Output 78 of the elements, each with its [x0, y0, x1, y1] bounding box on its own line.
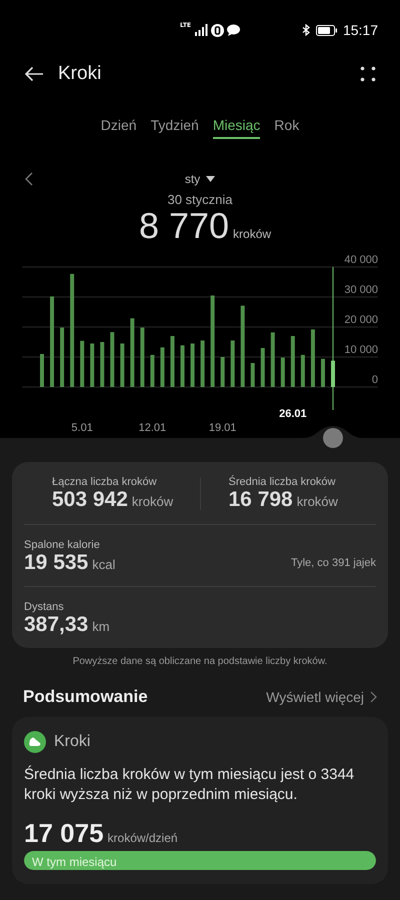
- back-button[interactable]: [24, 66, 44, 82]
- chevron-right-icon: [370, 691, 377, 703]
- axis-label: 30 000: [344, 284, 378, 296]
- stat-label: Średnia liczba kroków: [228, 476, 336, 488]
- stat-value: 19 535: [24, 551, 88, 575]
- month-dropdown[interactable]: sty: [184, 172, 216, 186]
- average-unit: kroków/dzień: [108, 831, 178, 845]
- chart-bar[interactable]: [300, 354, 305, 387]
- chart-bar[interactable]: [110, 332, 114, 387]
- chart-bar[interactable]: [290, 336, 295, 387]
- chart-bar[interactable]: [220, 357, 225, 387]
- chart-bar[interactable]: [250, 363, 255, 387]
- chart-bar[interactable]: [170, 336, 174, 387]
- chart-bar[interactable]: [210, 296, 215, 387]
- bar-label: W tym miesiącu: [31, 855, 117, 869]
- chart-bar[interactable]: [310, 329, 315, 387]
- chart-bar[interactable]: [80, 340, 84, 387]
- selected-date: 30 stycznia: [166, 192, 234, 207]
- stat-unit: kroków: [132, 494, 174, 509]
- chart-bar[interactable]: [260, 348, 265, 387]
- chart-bar[interactable]: [190, 344, 195, 387]
- chart-bar[interactable]: [240, 306, 245, 387]
- period-tab[interactable]: Tydzień: [150, 113, 199, 139]
- chart-bar[interactable]: [130, 318, 134, 387]
- chat-bubble-icon: [227, 24, 240, 36]
- card-title: Kroki: [54, 733, 90, 751]
- chart-bar[interactable]: [280, 358, 285, 387]
- stat-value: 503 942: [52, 488, 128, 512]
- chart-bar[interactable]: [50, 296, 54, 387]
- bluetooth-icon: [302, 24, 310, 36]
- axis-label: 20 000: [344, 314, 378, 326]
- step-unit: kroków: [233, 227, 272, 241]
- period-tab[interactable]: Miesiąc: [212, 113, 260, 139]
- chart-bar[interactable]: [230, 340, 235, 387]
- stat-value: 387,33: [24, 613, 88, 637]
- stat-unit: kcal: [92, 557, 116, 572]
- chart-bar[interactable]: [150, 354, 154, 387]
- stat-label: Dystans: [24, 601, 65, 613]
- axis-label: 10 000: [344, 344, 378, 356]
- axis-label: 5.01: [71, 422, 93, 434]
- stat-label: Łączna liczba kroków: [52, 476, 158, 488]
- chart-bar[interactable]: [270, 332, 275, 387]
- previous-button[interactable]: [25, 172, 33, 186]
- average-value: 17 075: [24, 818, 104, 849]
- battery-icon: [316, 24, 337, 36]
- chart-bar[interactable]: [120, 344, 124, 387]
- app-badge-icon: [211, 24, 224, 36]
- signal-icon: [194, 24, 208, 36]
- section-title: Podsumowanie: [23, 687, 148, 707]
- chart-bar[interactable]: [160, 347, 164, 387]
- page-title: Kroki: [58, 63, 102, 85]
- chart-bar[interactable]: [70, 274, 74, 387]
- period-tab[interactable]: Dzień: [100, 113, 137, 139]
- axis-label: 12.01: [138, 422, 166, 434]
- period-tab[interactable]: Rok: [274, 113, 300, 139]
- axis-label: 26.01: [279, 408, 307, 420]
- chart-bar[interactable]: [320, 358, 325, 387]
- chart-bar[interactable]: [200, 340, 205, 387]
- caret-icon: [206, 176, 216, 182]
- more-menu-button[interactable]: [360, 66, 376, 82]
- stat-unit: kroków: [296, 494, 338, 509]
- stat-note: Tyle, co 391 jajek: [291, 557, 376, 569]
- slider-handle[interactable]: [303, 426, 363, 448]
- footnote: Powyższe dane są obliczane na podstawie liczby kroków.: [72, 656, 328, 667]
- chart-bar[interactable]: [180, 345, 184, 387]
- chart-bar[interactable]: [140, 328, 144, 387]
- axis-label: 40 000: [344, 255, 378, 266]
- chart-bar[interactable]: [90, 344, 94, 387]
- stat-label: Spalone kalorie: [24, 539, 101, 551]
- stat-unit: km: [92, 619, 110, 634]
- clock-time: 15:17: [342, 22, 378, 38]
- summary-text: Średnia liczba kroków w tym miesiącu jest o 3344 kroki wyższa niż w poprzednim miesiącu.: [24, 765, 356, 804]
- view-more-link[interactable]: Wyświetl więcej: [266, 689, 377, 705]
- chart-bar[interactable]: [60, 328, 64, 387]
- chart-bar[interactable]: [100, 342, 104, 387]
- axis-label: 0: [372, 374, 378, 386]
- axis-label: 19.01: [208, 422, 236, 434]
- stat-value: 16 798: [228, 488, 293, 512]
